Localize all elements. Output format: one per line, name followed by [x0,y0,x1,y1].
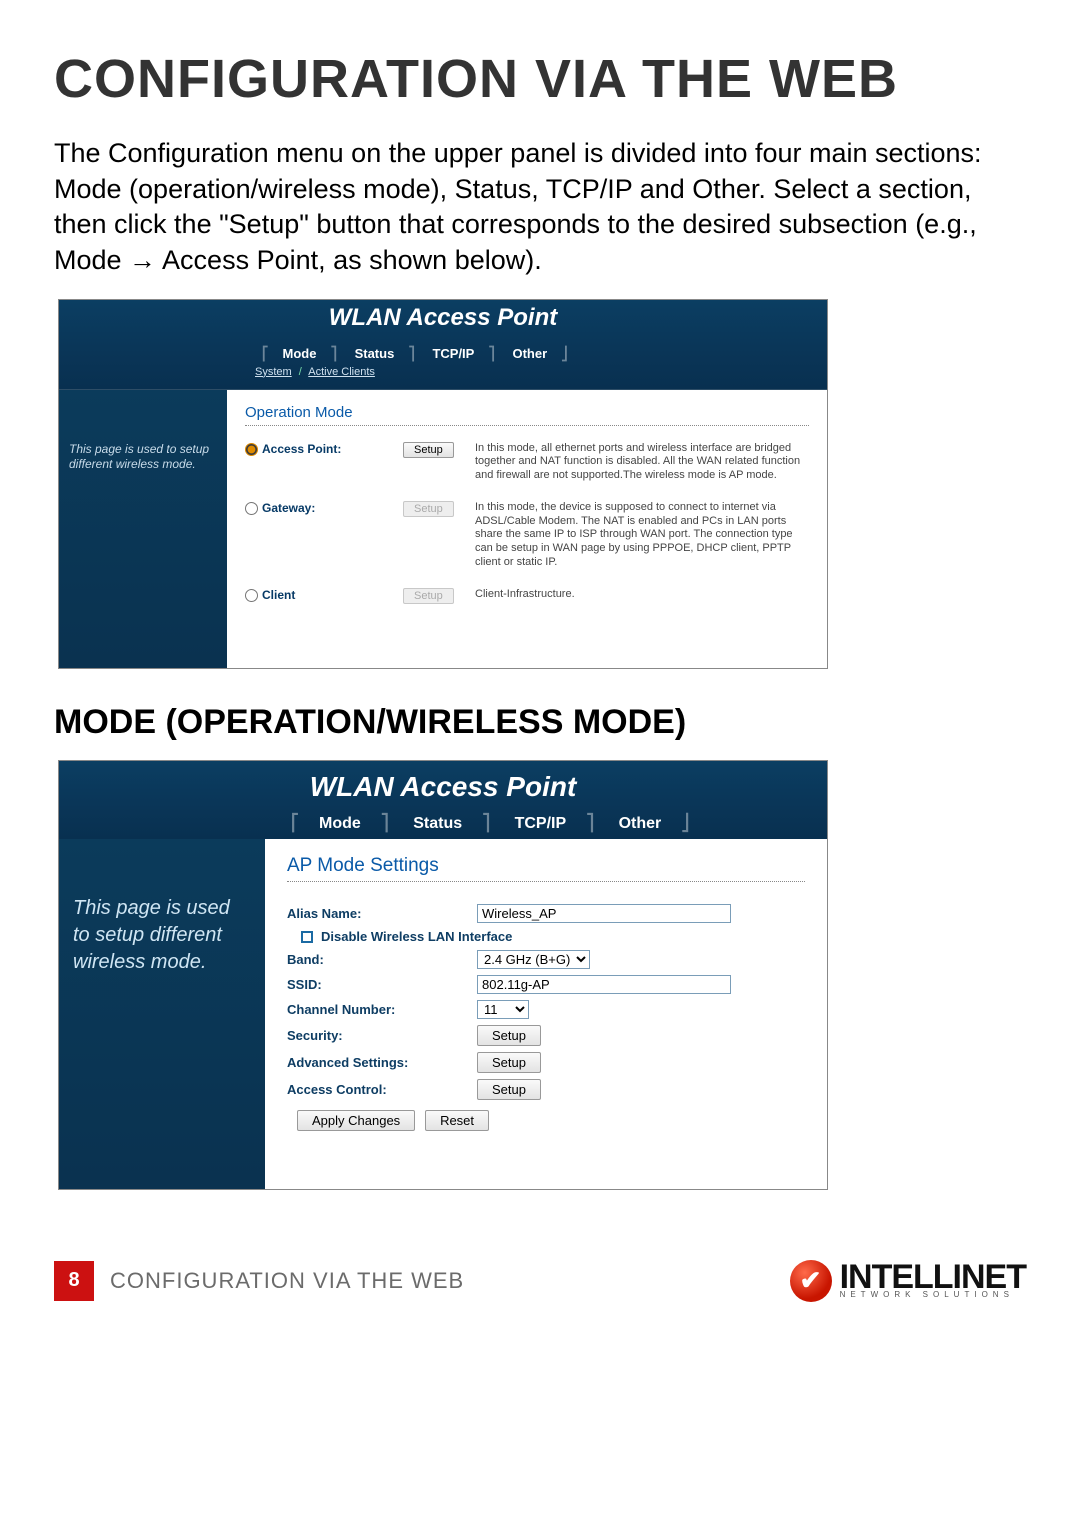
setup-button-access-point[interactable]: Setup [403,442,454,458]
radio-label: Gateway: [262,501,315,515]
mode-desc: Client-Infrastructure. [475,588,809,602]
access-control-setup-button[interactable]: Setup [477,1079,541,1100]
brand-logo: ✔ INTELLINET NETWORK SOLUTIONS [790,1260,1026,1302]
radio-label: Access Point: [262,442,341,456]
channel-label: Channel Number: [287,1002,477,1017]
security-label: Security: [287,1028,477,1043]
page-number-badge: 8 [54,1261,94,1301]
band-select[interactable]: 2.4 GHz (B+G) [477,950,590,969]
advanced-setup-button[interactable]: Setup [477,1052,541,1073]
advanced-settings-label: Advanced Settings: [287,1055,477,1070]
mode-row-gateway: Gateway: Setup In this mode, the device … [245,501,809,570]
main-tabs: ⎡Mode⎤ Status⎤ TCP/IP⎤ Other⎦ [255,346,575,362]
brand-name: INTELLINET [840,1262,1026,1293]
tab-tcpip[interactable]: TCP/IP [515,815,567,832]
main-tabs: ⎡Mode⎤ Status⎤ TCP/IP⎤ Other⎦ [281,813,699,833]
tab-status[interactable]: Status [413,815,462,832]
sub-tabs: System / Active Clients [255,366,375,378]
mode-desc: In this mode, the device is supposed to … [475,501,809,570]
tab-mode[interactable]: Mode [283,346,317,361]
band-label: Band: [287,952,477,967]
intro-paragraph: The Configuration menu on the upper pane… [54,136,1026,279]
footer-running-title: CONFIGURATION VIA THE WEB [110,1268,464,1294]
security-setup-button[interactable]: Setup [477,1025,541,1046]
screenshot-operation-mode: WLAN Access Point ⎡Mode⎤ Status⎤ TCP/IP⎤… [58,299,828,669]
divider [287,881,805,882]
tab-status[interactable]: Status [355,346,395,361]
section-title-operation-mode: Operation Mode [245,404,809,421]
disable-wlan-checkbox[interactable] [301,931,313,943]
brand-mark-icon: ✔ [790,1260,832,1302]
alias-name-label: Alias Name: [287,906,477,921]
channel-select[interactable]: 11 [477,1000,529,1019]
divider [245,425,809,426]
ssid-label: SSID: [287,977,477,992]
setup-button-client: Setup [403,588,454,604]
tab-other[interactable]: Other [619,815,662,832]
app-title: WLAN Access Point [59,761,827,803]
radio-label: Client [262,588,295,602]
mode-row-client: Client Setup Client-Infrastructure. [245,588,809,604]
alias-name-field[interactable] [477,904,731,923]
radio-access-point[interactable] [245,443,258,456]
subtab-active-clients[interactable]: Active Clients [308,366,375,378]
tab-other[interactable]: Other [512,346,547,361]
section-heading-mode: MODE (OPERATION/WIRELESS MODE) [54,703,1026,742]
section-title-ap-mode: AP Mode Settings [287,855,805,877]
subtab-system[interactable]: System [255,366,292,378]
app-title: WLAN Access Point [59,300,827,332]
mode-row-access-point: Access Point: Setup In this mode, all et… [245,442,809,483]
sidebar-note: This page is used to setup different wir… [59,839,265,1189]
access-control-label: Access Control: [287,1082,477,1097]
sidebar-note: This page is used to setup different wir… [59,390,227,668]
page-title: CONFIGURATION VIA THE WEB [54,48,1026,110]
radio-gateway[interactable] [245,502,258,515]
disable-wlan-label: Disable Wireless LAN Interface [321,929,512,944]
radio-client[interactable] [245,589,258,602]
page-footer: 8 CONFIGURATION VIA THE WEB ✔ INTELLINET… [54,1260,1026,1302]
screenshot-ap-mode-settings: WLAN Access Point ⎡Mode⎤ Status⎤ TCP/IP⎤… [58,760,828,1190]
setup-button-gateway: Setup [403,501,454,517]
apply-changes-button[interactable]: Apply Changes [297,1110,415,1131]
reset-button[interactable]: Reset [425,1110,489,1131]
brand-subtitle: NETWORK SOLUTIONS [840,1290,1026,1299]
ssid-field[interactable] [477,975,731,994]
mode-desc: In this mode, all ethernet ports and wir… [475,442,809,483]
tab-tcpip[interactable]: TCP/IP [432,346,474,361]
tab-mode[interactable]: Mode [319,815,361,832]
